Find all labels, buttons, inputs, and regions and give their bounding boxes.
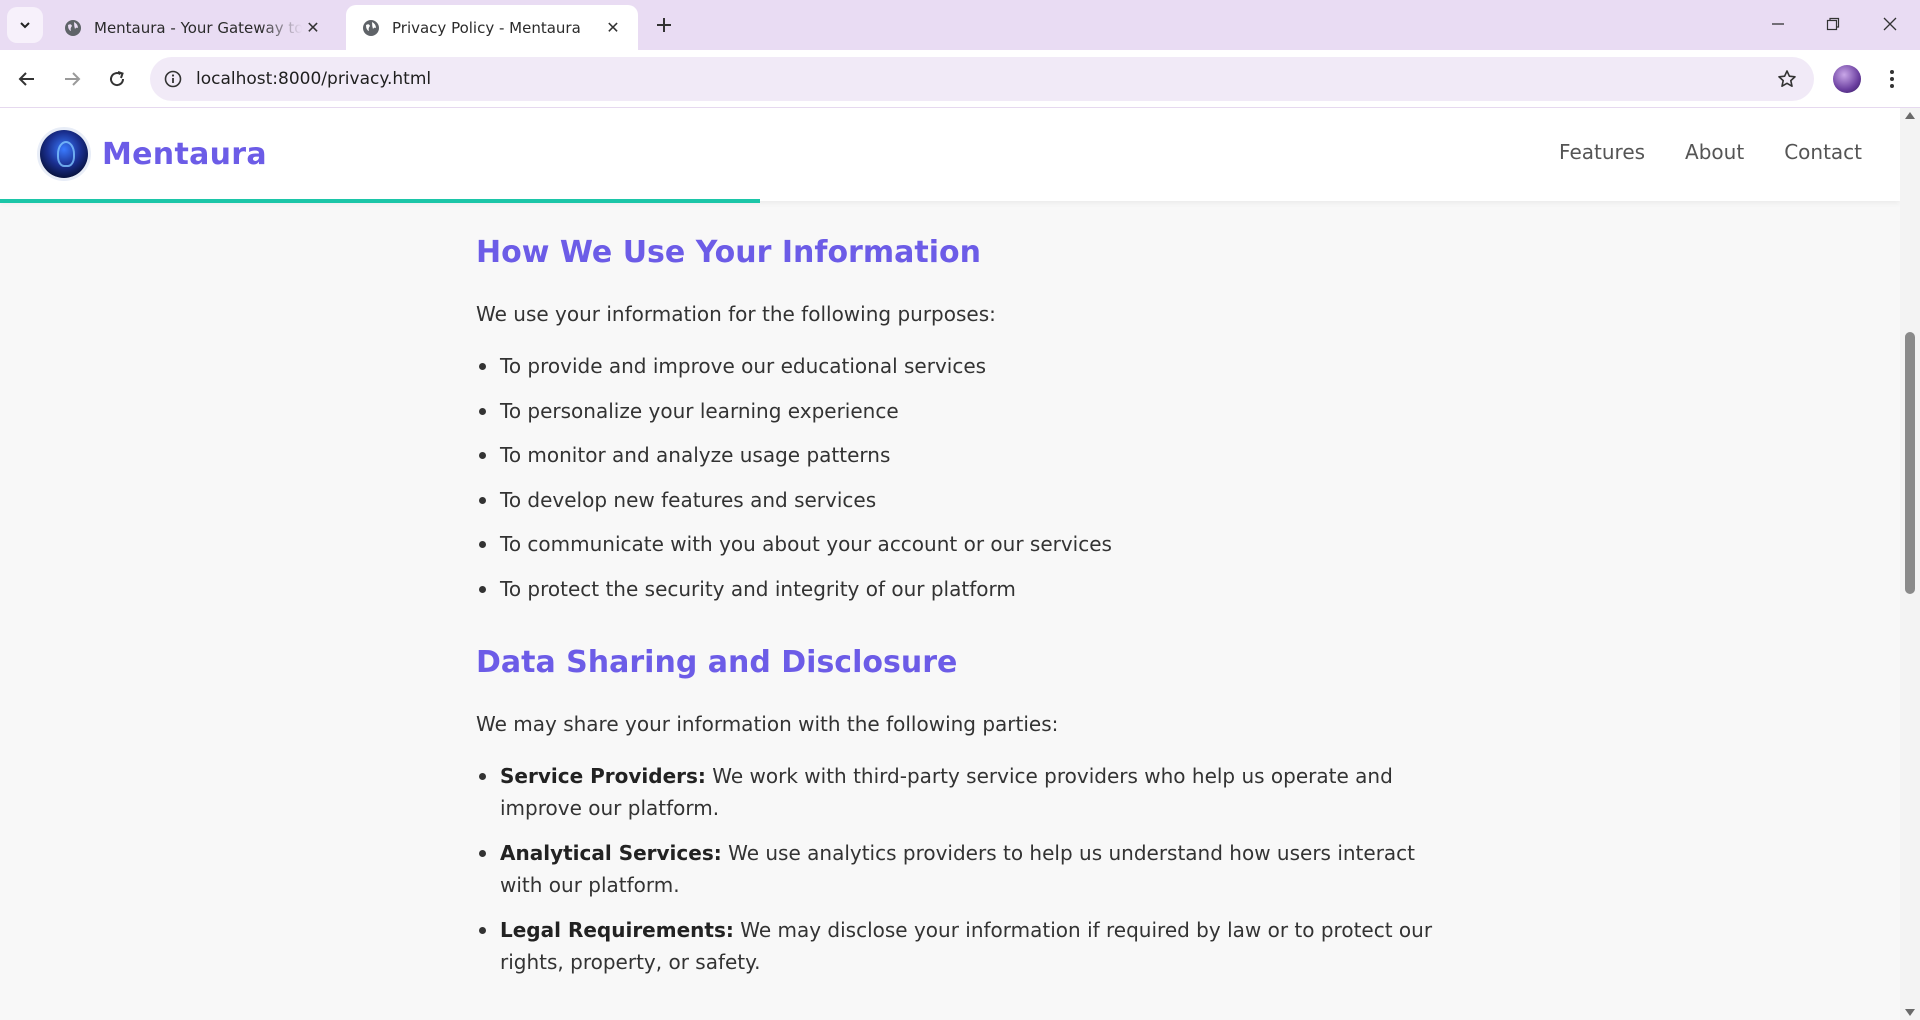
page-viewport: How We Use Your Information We use your … xyxy=(0,108,1900,1020)
list-item: To develop new features and services xyxy=(476,484,1436,516)
minimize-icon xyxy=(1772,23,1784,25)
back-button[interactable] xyxy=(10,62,44,96)
new-tab-button[interactable] xyxy=(650,11,678,39)
reading-progress-fill xyxy=(0,199,760,203)
tab-privacy[interactable]: Privacy Policy - Mentaura ✕ xyxy=(346,5,638,50)
list-item: To personalize your learning experience xyxy=(476,395,1436,427)
site-nav: Features About Contact xyxy=(1559,140,1862,164)
site-header: Mentaura Features About Contact xyxy=(0,108,1900,203)
scroll-down-arrow[interactable] xyxy=(1905,1009,1915,1016)
reload-icon xyxy=(110,71,125,87)
list-item: To monitor and analyze usage patterns xyxy=(476,439,1436,471)
plus-icon xyxy=(657,18,671,32)
tab-title: Privacy Policy - Mentaura xyxy=(392,18,581,37)
close-window-button[interactable] xyxy=(1872,8,1908,40)
section-title-sharing: Data Sharing and Disclosure xyxy=(476,645,958,680)
sharing-list: Service Providers: We work with third-pa… xyxy=(476,760,1436,991)
scroll-up-arrow[interactable] xyxy=(1905,112,1915,119)
restore-icon xyxy=(1826,17,1840,31)
list-item: To protect the security and integrity of… xyxy=(476,573,1436,605)
use-list: To provide and improve our educational s… xyxy=(476,350,1436,617)
star-icon[interactable] xyxy=(1776,68,1798,90)
list-item: To provide and improve our educational s… xyxy=(476,350,1436,382)
forward-button[interactable] xyxy=(55,62,89,96)
globe-icon xyxy=(65,19,81,36)
list-item: Analytical Services: We use analytics pr… xyxy=(476,837,1436,901)
address-bar[interactable]: localhost:8000/privacy.html xyxy=(150,57,1814,101)
brand-link[interactable]: Mentaura xyxy=(40,130,267,178)
profile-avatar[interactable] xyxy=(1833,65,1861,93)
close-icon xyxy=(1883,17,1897,31)
section-intro-use: We use your information for the followin… xyxy=(476,302,996,326)
close-icon[interactable]: ✕ xyxy=(602,17,624,39)
arrow-right-icon xyxy=(65,72,81,86)
brand-name: Mentaura xyxy=(102,136,267,172)
nav-about[interactable]: About xyxy=(1685,140,1744,164)
list-item-label: Service Providers: xyxy=(500,764,706,788)
list-item: To communicate with you about your accou… xyxy=(476,528,1436,560)
chevron-down-icon xyxy=(20,22,30,29)
list-item-label: Legal Requirements: xyxy=(500,918,734,942)
scroll-thumb[interactable] xyxy=(1905,332,1915,594)
minimize-button[interactable] xyxy=(1760,8,1796,40)
tab-search-button[interactable] xyxy=(7,7,43,43)
page-scrollbar[interactable] xyxy=(1900,108,1920,1020)
list-item: Legal Requirements: We may disclose your… xyxy=(476,914,1436,978)
arrow-left-icon xyxy=(18,72,34,86)
browser-tab-bar: Mentaura - Your Gateway to Learning ✕ Pr… xyxy=(0,0,1920,50)
reload-button[interactable] xyxy=(100,62,134,96)
brand-logo xyxy=(40,130,88,178)
section-title-use: How We Use Your Information xyxy=(476,235,981,270)
info-icon[interactable] xyxy=(162,68,184,90)
close-icon[interactable]: ✕ xyxy=(302,17,324,39)
nav-contact[interactable]: Contact xyxy=(1784,140,1862,164)
section-intro-sharing: We may share your information with the f… xyxy=(476,712,1059,736)
browser-toolbar: localhost:8000/privacy.html xyxy=(0,50,1920,108)
list-item: Service Providers: We work with third-pa… xyxy=(476,760,1436,824)
tab-title: Mentaura - Your Gateway to Learning xyxy=(94,18,302,37)
globe-icon xyxy=(363,19,379,36)
list-item-label: Analytical Services: xyxy=(500,841,722,865)
more-menu-button[interactable] xyxy=(1882,65,1902,93)
restore-button[interactable] xyxy=(1815,8,1851,40)
more-vertical-icon xyxy=(1890,70,1894,88)
reading-progress xyxy=(0,199,1900,203)
url-text[interactable]: localhost:8000/privacy.html xyxy=(196,69,431,89)
tab-home[interactable]: Mentaura - Your Gateway to Learning ✕ xyxy=(48,5,338,50)
nav-features[interactable]: Features xyxy=(1559,140,1645,164)
